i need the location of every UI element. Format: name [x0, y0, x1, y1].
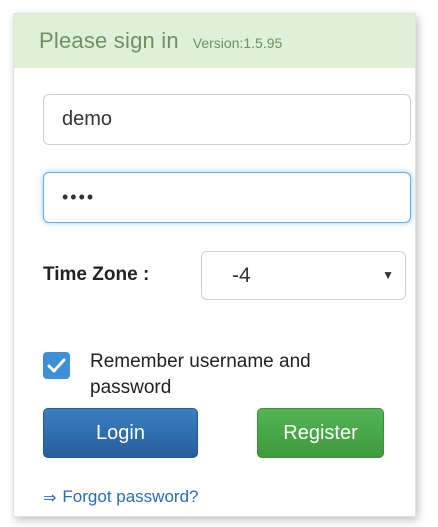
- time-zone-label: Time Zone :: [43, 264, 150, 285]
- sign-in-panel: Please sign in Version:1.5.95 Time Zone …: [13, 13, 416, 517]
- checkmark-icon: [47, 358, 66, 373]
- remember-label[interactable]: Remember username and password: [90, 349, 320, 401]
- version-label: Version:1.5.95: [192, 35, 283, 51]
- forgot-password-link[interactable]: ⇒ Forgot password?: [43, 487, 198, 507]
- chevron-down-icon: ▼: [382, 268, 394, 282]
- sign-in-title: Please sign in: [39, 28, 179, 53]
- login-button[interactable]: Login: [43, 408, 198, 458]
- time-zone-select[interactable]: -4 ▼: [201, 251, 406, 300]
- forgot-password-label: Forgot password?: [62, 487, 199, 506]
- time-zone-value: -4: [232, 264, 251, 287]
- register-button[interactable]: Register: [257, 408, 384, 458]
- sign-in-header: Please sign in Version:1.5.95: [14, 14, 415, 68]
- password-input[interactable]: [43, 172, 411, 223]
- arrow-right-icon: ⇒: [43, 487, 57, 507]
- username-input[interactable]: [43, 94, 411, 145]
- remember-checkbox[interactable]: [43, 352, 70, 379]
